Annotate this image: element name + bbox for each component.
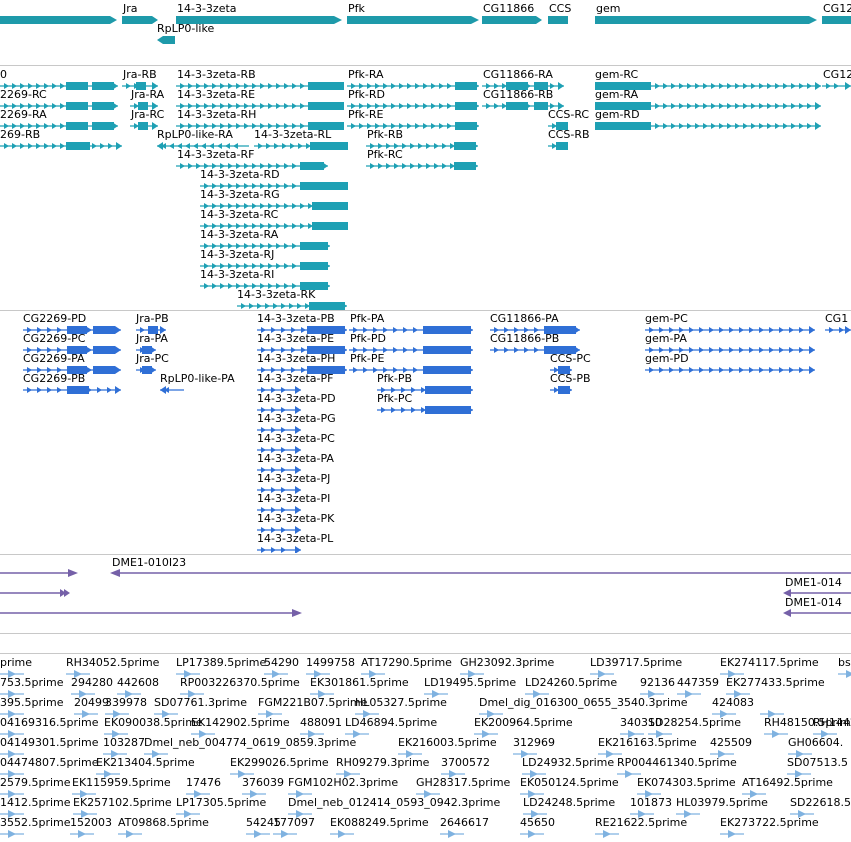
gene-track: Jra 14-3-3zeta Pfk CG11866 CCS gem CG12 … xyxy=(0,0,851,64)
protein-feature[interactable] xyxy=(136,364,156,376)
transcript-feature[interactable] xyxy=(130,120,158,132)
protein-feature[interactable] xyxy=(825,324,851,336)
est-feature[interactable] xyxy=(595,828,625,840)
transcript-feature[interactable] xyxy=(366,160,478,172)
transcript-feature[interactable] xyxy=(548,140,568,152)
gene-feature[interactable] xyxy=(595,14,817,26)
est-feature[interactable] xyxy=(720,828,750,840)
est-track: prime RH34052.5prime LP17389.5prime 54290 14… xyxy=(0,654,851,842)
est-feature[interactable] xyxy=(273,828,303,840)
transcript-feature[interactable] xyxy=(822,80,851,92)
clone-feature[interactable] xyxy=(0,607,305,619)
gene-feature[interactable] xyxy=(0,14,118,26)
protein-feature[interactable] xyxy=(645,364,815,376)
est-feature[interactable] xyxy=(0,828,30,840)
protein-track: CG2269-PD CG2269-PC CG2269-PA CG2269-PB Jra-… xyxy=(0,311,851,553)
gene-feature[interactable] xyxy=(822,14,851,26)
est-label[interactable]: Dmel_dig_016300_0655_3540.3prime xyxy=(479,697,688,709)
est-feature[interactable] xyxy=(440,828,470,840)
gene-feature[interactable] xyxy=(482,14,542,26)
gene-feature[interactable] xyxy=(548,14,568,26)
transcript-track: 0 2269-RC 2269-RA 269-RB Jra-RB Jra-RA Jra-RC 1… xyxy=(0,66,851,310)
gene-feature[interactable] xyxy=(122,14,158,26)
est-label[interactable]: Dmel_neb_004774_0619_0859.3prime xyxy=(144,737,356,749)
track-separator xyxy=(0,633,851,634)
genome-browser: Jra 14-3-3zeta Pfk CG11866 CCS gem CG12 … xyxy=(0,0,851,842)
clone-feature[interactable] xyxy=(783,607,851,619)
clone-feature[interactable] xyxy=(0,567,80,579)
gene-feature[interactable] xyxy=(347,14,479,26)
protein-feature[interactable] xyxy=(23,384,121,396)
gene-feature[interactable] xyxy=(157,34,175,46)
transcript-feature[interactable] xyxy=(0,140,122,152)
clone-feature[interactable] xyxy=(0,587,70,599)
clone-track: DME1-010I23 DME1-014 DME1-014 xyxy=(0,555,851,633)
est-feature[interactable] xyxy=(520,828,550,840)
est-feature[interactable] xyxy=(118,828,148,840)
protein-feature[interactable] xyxy=(257,544,301,553)
protein-feature[interactable] xyxy=(550,384,572,396)
transcript-feature[interactable] xyxy=(237,300,347,310)
transcript-feature[interactable] xyxy=(254,140,348,152)
est-feature[interactable] xyxy=(70,828,100,840)
est-feature[interactable] xyxy=(838,668,851,680)
clone-feature[interactable] xyxy=(110,567,851,579)
est-label[interactable]: Dmel_neb_012414_0593_0942.3prime xyxy=(288,797,500,809)
protein-feature[interactable] xyxy=(377,404,473,416)
est-feature[interactable] xyxy=(330,828,360,840)
est-feature[interactable] xyxy=(246,828,276,840)
protein-feature[interactable] xyxy=(160,384,184,396)
transcript-feature[interactable] xyxy=(595,120,821,132)
